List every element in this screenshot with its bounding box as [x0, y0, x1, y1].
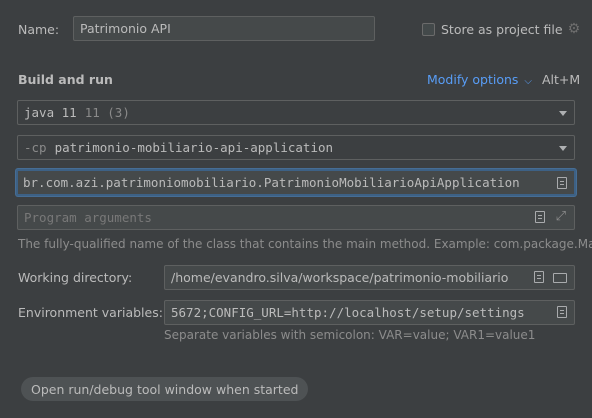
classpath-module-select[interactable]: -cp patrimonio-mobiliario-api-applicatio…	[17, 135, 575, 160]
chevron-down-icon	[559, 146, 567, 151]
document-icon[interactable]	[557, 306, 567, 318]
store-checkbox-label: Store as project file	[441, 21, 563, 37]
modify-options-link[interactable]: Modify options ⌵ Alt+M	[427, 72, 580, 87]
document-icon[interactable]	[534, 271, 544, 283]
modify-options-shortcut: Alt+M	[542, 72, 581, 87]
environment-variables-input[interactable]: 5672;CONFIG_URL=http://localhost/setup/s…	[164, 300, 575, 325]
jre-value: java 11	[24, 105, 77, 120]
working-directory-value: /home/evandro.silva/workspace/patrimonio…	[171, 270, 509, 285]
environment-variables-label: Environment variables:	[18, 305, 163, 320]
main-class-value: br.com.azi.patrimoniomobiliario.Patrimon…	[23, 175, 520, 190]
modify-options-label: Modify options	[427, 72, 519, 87]
gear-icon[interactable]: ⚙	[568, 21, 581, 37]
program-arguments-input[interactable]: Program arguments ⤢	[17, 205, 575, 230]
chevron-down-icon: ⌵	[524, 76, 533, 87]
document-icon[interactable]	[535, 211, 545, 223]
working-directory-label: Working directory:	[18, 270, 133, 285]
main-class-input[interactable]: br.com.azi.patrimoniomobiliario.Patrimon…	[16, 169, 576, 196]
expand-icon[interactable]: ⤢	[556, 209, 566, 224]
build-and-run-heading: Build and run	[18, 72, 113, 87]
document-icon[interactable]	[557, 177, 567, 189]
cp-module: patrimonio-mobiliario-api-application	[54, 140, 334, 155]
store-as-project-file[interactable]: Store as project file ⚙	[422, 20, 580, 38]
environment-variables-hint: Separate variables with semicolon: VAR=v…	[164, 328, 536, 342]
folder-icon[interactable]	[553, 273, 567, 283]
environment-variables-value: 5672;CONFIG_URL=http://localhost/setup/s…	[171, 305, 525, 320]
jre-select[interactable]: java 11 11 (3)	[17, 100, 575, 125]
jre-hint: 11 (3)	[84, 105, 130, 120]
store-checkbox[interactable]	[422, 22, 435, 36]
open-tool-window-label: Open run/debug tool window when started	[31, 381, 299, 397]
name-value: Patrimonio API	[80, 21, 171, 36]
chevron-down-icon	[559, 111, 567, 116]
name-label: Name:	[18, 22, 60, 37]
main-class-hint: The fully-qualified name of the class th…	[18, 237, 592, 251]
open-tool-window-chip[interactable]: Open run/debug tool window when started	[21, 377, 309, 401]
name-input[interactable]: Patrimonio API	[73, 16, 375, 41]
working-directory-input[interactable]: /home/evandro.silva/workspace/patrimonio…	[164, 265, 575, 290]
cp-prefix: -cp	[24, 140, 47, 155]
program-arguments-placeholder: Program arguments	[24, 210, 152, 225]
